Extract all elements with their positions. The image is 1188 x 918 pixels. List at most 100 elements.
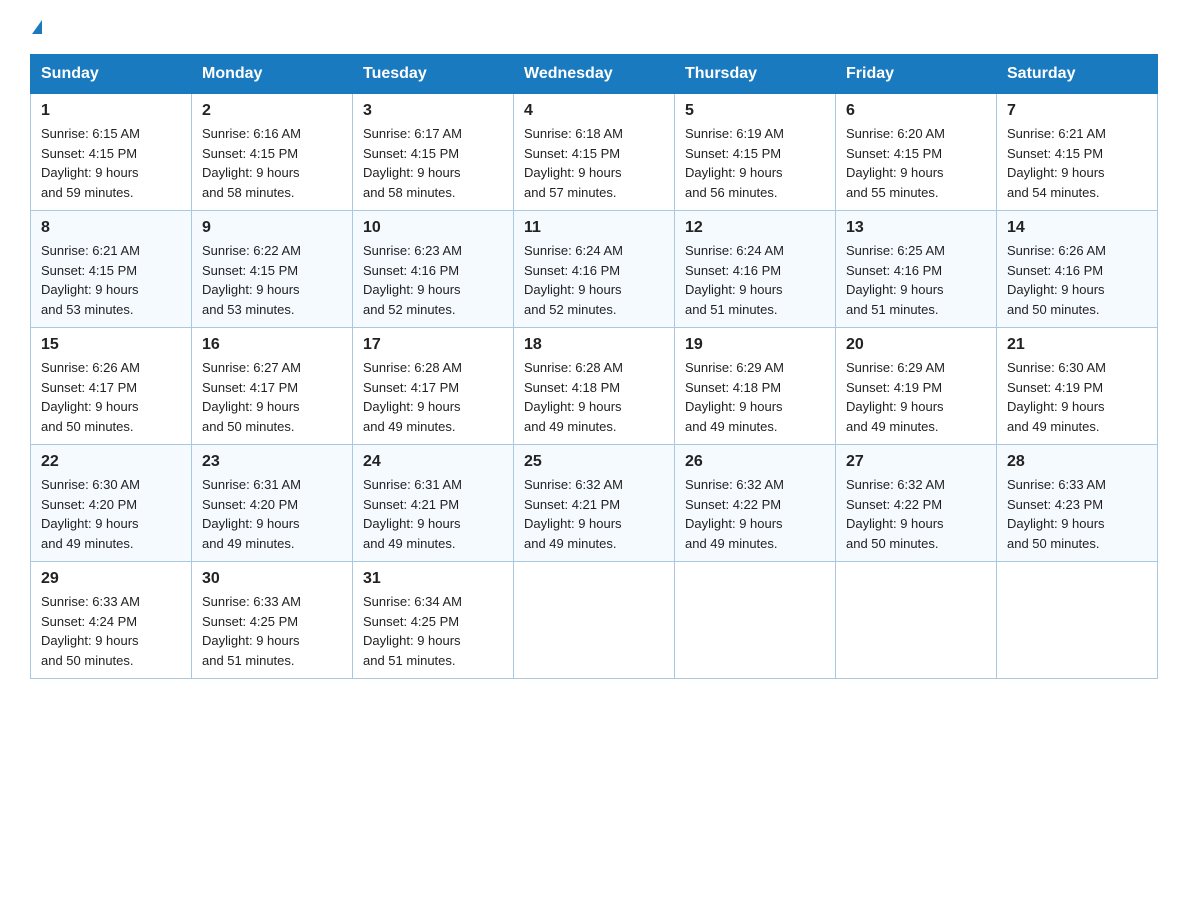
calendar-cell: 4 Sunrise: 6:18 AMSunset: 4:15 PMDayligh…	[514, 94, 675, 211]
day-number: 9	[202, 219, 342, 237]
day-number: 17	[363, 336, 503, 354]
calendar-cell: 28 Sunrise: 6:33 AMSunset: 4:23 PMDaylig…	[997, 445, 1158, 562]
calendar-cell: 2 Sunrise: 6:16 AMSunset: 4:15 PMDayligh…	[192, 94, 353, 211]
day-info: Sunrise: 6:26 AMSunset: 4:16 PMDaylight:…	[1007, 243, 1106, 317]
day-number: 21	[1007, 336, 1147, 354]
day-number: 15	[41, 336, 181, 354]
day-info: Sunrise: 6:25 AMSunset: 4:16 PMDaylight:…	[846, 243, 945, 317]
day-number: 26	[685, 453, 825, 471]
day-info: Sunrise: 6:24 AMSunset: 4:16 PMDaylight:…	[524, 243, 623, 317]
day-info: Sunrise: 6:26 AMSunset: 4:17 PMDaylight:…	[41, 360, 140, 434]
day-number: 10	[363, 219, 503, 237]
day-number: 3	[363, 102, 503, 120]
day-info: Sunrise: 6:34 AMSunset: 4:25 PMDaylight:…	[363, 594, 462, 668]
calendar-cell: 9 Sunrise: 6:22 AMSunset: 4:15 PMDayligh…	[192, 211, 353, 328]
day-number: 6	[846, 102, 986, 120]
day-number: 24	[363, 453, 503, 471]
day-info: Sunrise: 6:28 AMSunset: 4:17 PMDaylight:…	[363, 360, 462, 434]
calendar-cell: 29 Sunrise: 6:33 AMSunset: 4:24 PMDaylig…	[31, 562, 192, 679]
day-number: 30	[202, 570, 342, 588]
calendar-header-row: SundayMondayTuesdayWednesdayThursdayFrid…	[31, 55, 1158, 94]
day-number: 7	[1007, 102, 1147, 120]
day-info: Sunrise: 6:16 AMSunset: 4:15 PMDaylight:…	[202, 126, 301, 200]
day-number: 2	[202, 102, 342, 120]
weekday-header-thursday: Thursday	[675, 55, 836, 94]
calendar-cell	[514, 562, 675, 679]
calendar-cell: 24 Sunrise: 6:31 AMSunset: 4:21 PMDaylig…	[353, 445, 514, 562]
day-info: Sunrise: 6:33 AMSunset: 4:25 PMDaylight:…	[202, 594, 301, 668]
day-number: 19	[685, 336, 825, 354]
day-info: Sunrise: 6:28 AMSunset: 4:18 PMDaylight:…	[524, 360, 623, 434]
day-number: 18	[524, 336, 664, 354]
day-info: Sunrise: 6:29 AMSunset: 4:18 PMDaylight:…	[685, 360, 784, 434]
day-info: Sunrise: 6:17 AMSunset: 4:15 PMDaylight:…	[363, 126, 462, 200]
day-number: 23	[202, 453, 342, 471]
day-info: Sunrise: 6:33 AMSunset: 4:24 PMDaylight:…	[41, 594, 140, 668]
calendar-cell	[836, 562, 997, 679]
day-info: Sunrise: 6:21 AMSunset: 4:15 PMDaylight:…	[1007, 126, 1106, 200]
calendar-cell: 1 Sunrise: 6:15 AMSunset: 4:15 PMDayligh…	[31, 94, 192, 211]
day-info: Sunrise: 6:31 AMSunset: 4:20 PMDaylight:…	[202, 477, 301, 551]
calendar-cell: 25 Sunrise: 6:32 AMSunset: 4:21 PMDaylig…	[514, 445, 675, 562]
day-number: 31	[363, 570, 503, 588]
calendar-cell: 18 Sunrise: 6:28 AMSunset: 4:18 PMDaylig…	[514, 328, 675, 445]
day-number: 14	[1007, 219, 1147, 237]
calendar-week-row: 8 Sunrise: 6:21 AMSunset: 4:15 PMDayligh…	[31, 211, 1158, 328]
calendar-cell	[997, 562, 1158, 679]
day-number: 28	[1007, 453, 1147, 471]
weekday-header-saturday: Saturday	[997, 55, 1158, 94]
day-info: Sunrise: 6:27 AMSunset: 4:17 PMDaylight:…	[202, 360, 301, 434]
day-info: Sunrise: 6:15 AMSunset: 4:15 PMDaylight:…	[41, 126, 140, 200]
calendar-cell: 20 Sunrise: 6:29 AMSunset: 4:19 PMDaylig…	[836, 328, 997, 445]
day-info: Sunrise: 6:30 AMSunset: 4:19 PMDaylight:…	[1007, 360, 1106, 434]
calendar-cell: 19 Sunrise: 6:29 AMSunset: 4:18 PMDaylig…	[675, 328, 836, 445]
page-header	[30, 20, 1158, 34]
calendar-week-row: 22 Sunrise: 6:30 AMSunset: 4:20 PMDaylig…	[31, 445, 1158, 562]
calendar-cell: 23 Sunrise: 6:31 AMSunset: 4:20 PMDaylig…	[192, 445, 353, 562]
day-number: 11	[524, 219, 664, 237]
calendar-cell	[675, 562, 836, 679]
day-number: 20	[846, 336, 986, 354]
day-info: Sunrise: 6:19 AMSunset: 4:15 PMDaylight:…	[685, 126, 784, 200]
calendar-cell: 17 Sunrise: 6:28 AMSunset: 4:17 PMDaylig…	[353, 328, 514, 445]
calendar-cell: 14 Sunrise: 6:26 AMSunset: 4:16 PMDaylig…	[997, 211, 1158, 328]
calendar-cell: 5 Sunrise: 6:19 AMSunset: 4:15 PMDayligh…	[675, 94, 836, 211]
calendar-cell: 13 Sunrise: 6:25 AMSunset: 4:16 PMDaylig…	[836, 211, 997, 328]
weekday-header-friday: Friday	[836, 55, 997, 94]
calendar-week-row: 15 Sunrise: 6:26 AMSunset: 4:17 PMDaylig…	[31, 328, 1158, 445]
day-number: 29	[41, 570, 181, 588]
logo	[30, 20, 42, 34]
day-info: Sunrise: 6:32 AMSunset: 4:21 PMDaylight:…	[524, 477, 623, 551]
day-number: 13	[846, 219, 986, 237]
day-info: Sunrise: 6:30 AMSunset: 4:20 PMDaylight:…	[41, 477, 140, 551]
calendar-cell: 10 Sunrise: 6:23 AMSunset: 4:16 PMDaylig…	[353, 211, 514, 328]
day-number: 16	[202, 336, 342, 354]
day-number: 25	[524, 453, 664, 471]
day-info: Sunrise: 6:24 AMSunset: 4:16 PMDaylight:…	[685, 243, 784, 317]
day-info: Sunrise: 6:21 AMSunset: 4:15 PMDaylight:…	[41, 243, 140, 317]
calendar-cell: 21 Sunrise: 6:30 AMSunset: 4:19 PMDaylig…	[997, 328, 1158, 445]
day-number: 8	[41, 219, 181, 237]
calendar-cell: 6 Sunrise: 6:20 AMSunset: 4:15 PMDayligh…	[836, 94, 997, 211]
day-info: Sunrise: 6:29 AMSunset: 4:19 PMDaylight:…	[846, 360, 945, 434]
calendar-cell: 16 Sunrise: 6:27 AMSunset: 4:17 PMDaylig…	[192, 328, 353, 445]
calendar-cell: 22 Sunrise: 6:30 AMSunset: 4:20 PMDaylig…	[31, 445, 192, 562]
calendar-week-row: 1 Sunrise: 6:15 AMSunset: 4:15 PMDayligh…	[31, 94, 1158, 211]
calendar-cell: 8 Sunrise: 6:21 AMSunset: 4:15 PMDayligh…	[31, 211, 192, 328]
calendar-cell: 31 Sunrise: 6:34 AMSunset: 4:25 PMDaylig…	[353, 562, 514, 679]
calendar-cell: 3 Sunrise: 6:17 AMSunset: 4:15 PMDayligh…	[353, 94, 514, 211]
day-info: Sunrise: 6:20 AMSunset: 4:15 PMDaylight:…	[846, 126, 945, 200]
day-number: 5	[685, 102, 825, 120]
day-number: 4	[524, 102, 664, 120]
day-info: Sunrise: 6:31 AMSunset: 4:21 PMDaylight:…	[363, 477, 462, 551]
day-number: 12	[685, 219, 825, 237]
weekday-header-monday: Monday	[192, 55, 353, 94]
calendar-cell: 7 Sunrise: 6:21 AMSunset: 4:15 PMDayligh…	[997, 94, 1158, 211]
weekday-header-sunday: Sunday	[31, 55, 192, 94]
calendar-week-row: 29 Sunrise: 6:33 AMSunset: 4:24 PMDaylig…	[31, 562, 1158, 679]
calendar-cell: 11 Sunrise: 6:24 AMSunset: 4:16 PMDaylig…	[514, 211, 675, 328]
day-info: Sunrise: 6:18 AMSunset: 4:15 PMDaylight:…	[524, 126, 623, 200]
day-number: 1	[41, 102, 181, 120]
weekday-header-tuesday: Tuesday	[353, 55, 514, 94]
day-number: 27	[846, 453, 986, 471]
